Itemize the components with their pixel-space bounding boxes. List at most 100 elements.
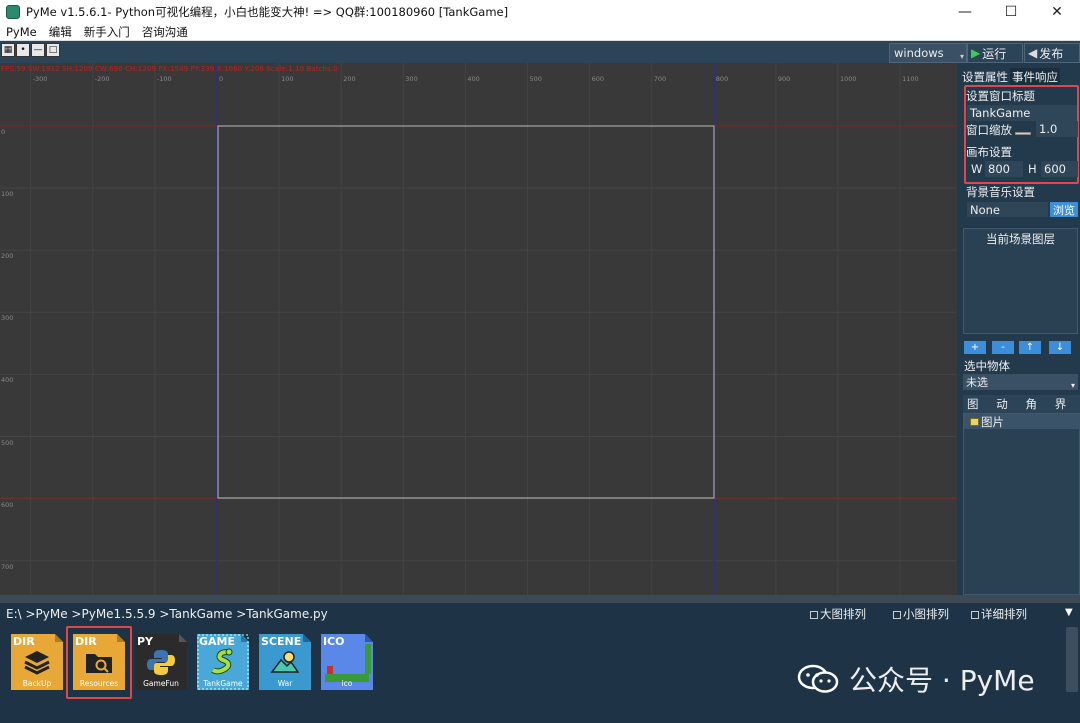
folder-icon (970, 417, 979, 426)
ruler-x-tick: 400 (467, 75, 480, 83)
play-icon: ▶ (971, 46, 981, 60)
ruler-x-tick: 1100 (902, 75, 919, 83)
menu-getting-started[interactable]: 新手入门 (78, 24, 136, 40)
height-label: H (1028, 162, 1037, 176)
layer-up-button[interactable]: ↑ (1019, 341, 1041, 354)
snake-icon (211, 648, 233, 675)
run-button[interactable]: ▶ 运行 (967, 43, 1023, 63)
view-small-button[interactable]: 小图排列 (893, 606, 949, 622)
view-small-label: 小图排列 (903, 607, 949, 621)
view-large-button[interactable]: 大图排列 (810, 606, 866, 622)
file-gamefun[interactable]: PY GameFun (135, 634, 187, 690)
file-tankgame[interactable]: GAME TankGame (197, 634, 249, 690)
tree-item-label: 图片 (981, 414, 1004, 429)
minimize-button[interactable]: — (942, 0, 988, 24)
file-name: GameFun (143, 679, 179, 688)
view-detail-label: 详细排列 (981, 607, 1027, 621)
resource-tree: 图片 (963, 413, 1080, 595)
fps-readout: FPS:59 SW:1912 SH:1209 CW:690 CH:1209 PX… (1, 65, 338, 73)
view-large-label: 大图排列 (820, 607, 866, 621)
height-input[interactable]: 600 (1041, 161, 1078, 177)
wechat-icon (797, 664, 839, 693)
ruler-y-tick: 300 (1, 314, 14, 323)
bgm-label: 背景音乐设置 (966, 185, 1035, 199)
file-browser: E:\ >PyMe >PyMe1.5.5.9 >TankGame >TankGa… (0, 603, 1080, 723)
platform-value: windows (894, 46, 944, 60)
close-button[interactable]: ✕ (1034, 0, 1080, 24)
maximize-button[interactable]: ☐ (988, 0, 1034, 24)
collapse-icon[interactable]: ▼ (1065, 607, 1073, 618)
watermark: 公众号 · PyMe (797, 659, 1035, 699)
browse-button[interactable]: 浏览 (1050, 202, 1078, 217)
ruler-left: 0 100 200 300 400 500 600 700 (0, 63, 14, 595)
tab-events[interactable]: 事件响应 (1010, 68, 1060, 86)
menu-consult[interactable]: 咨询沟通 (136, 24, 194, 40)
scale-input[interactable]: 1.0 (1036, 121, 1078, 137)
highlight-box (66, 626, 132, 699)
add-layer-button[interactable]: + (964, 341, 986, 354)
width-input[interactable]: 800 (985, 161, 1023, 177)
publish-button[interactable]: ◀ 发布 (1024, 43, 1080, 63)
file-type: ICO (323, 635, 345, 648)
file-name: ico (341, 679, 353, 688)
ruler-y-tick: 500 (1, 438, 14, 447)
large-grid-icon (810, 610, 818, 619)
grid-icon[interactable]: ▦ (1, 43, 15, 57)
ruler-x-tick: 900 (777, 75, 791, 83)
layer-list-title: 当前场景图层 (986, 232, 1055, 246)
file-name: War (277, 679, 293, 688)
chevron-down-icon: ▾ (1070, 381, 1075, 390)
watermark-text: 公众号 · PyMe (849, 664, 1035, 697)
tree-item-images[interactable]: 图片 (964, 414, 1080, 429)
title-bar: PyMe v1.5.6.1- Python可视化编程，小白也能变大神! => Q… (0, 0, 1080, 24)
view-detail-button[interactable]: 详细排列 (971, 606, 1027, 622)
breadcrumb: E:\ >PyMe >PyMe1.5.5.9 >TankGame >TankGa… (6, 607, 328, 621)
tab-properties[interactable]: 设置属性 (960, 68, 1010, 86)
scene-canvas[interactable]: FPS:59 SW:1912 SH:1209 CW:690 CH:1209 PX… (0, 63, 957, 595)
title-label: 设置窗口标题 (966, 89, 1035, 103)
python-icon (147, 650, 175, 675)
ruler-x-tick: 800 (715, 75, 729, 83)
file-backup[interactable]: DIR BackUp (11, 634, 63, 690)
file-ico[interactable]: ICO ico (321, 634, 373, 690)
panel-splitter[interactable] (0, 595, 1080, 603)
file-war[interactable]: SCENE War (259, 634, 311, 690)
scrollbar[interactable] (1066, 627, 1078, 692)
file-type: PY (137, 635, 154, 648)
publish-label: 发布 (1039, 46, 1064, 61)
ruler-x-tick: 0 (219, 75, 224, 83)
selected-object-select[interactable]: 未选 ▾ (963, 374, 1078, 390)
scale-slider[interactable] (1015, 132, 1031, 135)
ruler-x-tick: -100 (156, 75, 172, 83)
ruler-x-tick: 600 (591, 75, 605, 83)
ruler-y-tick: 600 (1, 500, 14, 509)
layer-list[interactable]: 当前场景图层 (963, 228, 1078, 334)
canvas-grid (0, 63, 957, 595)
ruler-y-tick: 200 (1, 252, 14, 261)
small-grid-icon (893, 610, 901, 619)
bgm-input[interactable]: None (967, 202, 1048, 217)
menu-edit[interactable]: 编辑 (43, 24, 78, 40)
platform-select[interactable]: windows ▾ (889, 43, 967, 63)
ruler-x-tick: 300 (405, 75, 418, 83)
file-name: BackUp (22, 679, 52, 688)
line-icon[interactable]: — (31, 43, 45, 57)
ruler-y-tick: 700 (1, 562, 14, 571)
remove-layer-button[interactable]: - (992, 341, 1014, 354)
dot-icon[interactable]: • (16, 43, 30, 57)
canvas-label: 画布设置 (966, 145, 1012, 159)
selected-object-label: 选中物体 (964, 359, 1010, 373)
list-icon (971, 610, 979, 619)
ruler-x-tick: 1000 (840, 75, 857, 83)
ruler-x-tick: -300 (32, 75, 48, 83)
ruler-x-tick: 700 (653, 75, 667, 83)
menu-bar: PyMe 编辑 新手入门 咨询沟通 (0, 24, 1080, 41)
menu-pyme[interactable]: PyMe (0, 25, 43, 39)
run-label: 运行 (982, 46, 1007, 61)
square-icon[interactable]: □ (46, 43, 60, 57)
ruler-x-tick: -200 (94, 75, 110, 83)
width-label: W (971, 162, 983, 176)
layer-down-button[interactable]: ↓ (1049, 341, 1071, 354)
app-icon (6, 5, 20, 19)
title-input[interactable]: TankGame (967, 105, 1077, 121)
